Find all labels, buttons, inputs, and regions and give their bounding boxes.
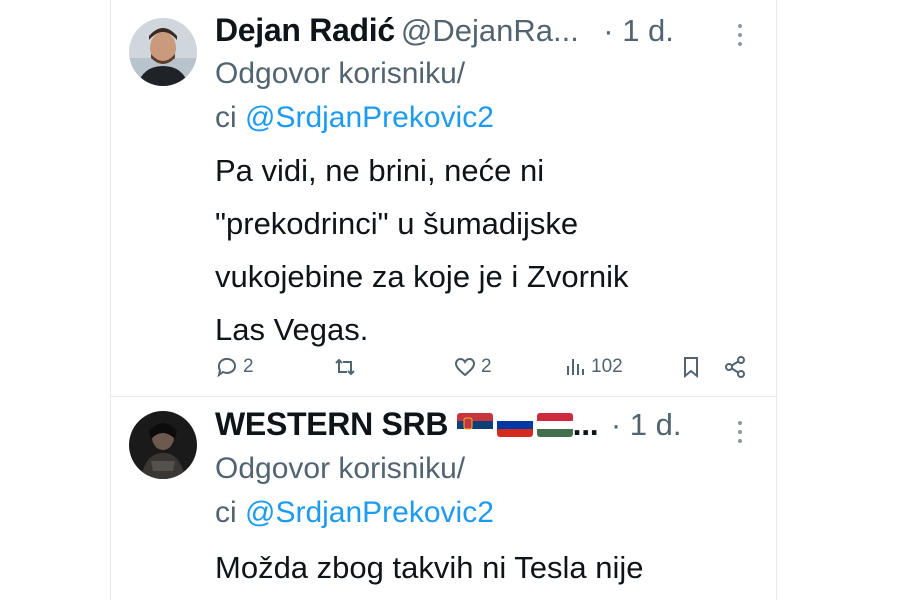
analytics-icon	[567, 359, 584, 375]
bookmark-button[interactable]	[679, 350, 703, 384]
reply-icon	[217, 357, 236, 378]
avatar[interactable]	[129, 18, 197, 86]
reply-mention-link[interactable]: @SrdjanPrekovic2	[245, 496, 494, 529]
author-handle[interactable]: @DejanRa...	[401, 13, 579, 48]
share-icon	[725, 356, 745, 378]
tweet-actions: 2 2 102	[215, 350, 755, 384]
author-name[interactable]: Dejan Radić	[215, 12, 395, 48]
heart-icon	[454, 357, 476, 377]
tweet-time[interactable]: · 1 d.	[603, 13, 674, 48]
tweet-text-line: Pa vidi, ne brini, neće ni	[215, 153, 545, 188]
serbia-flag-icon	[456, 413, 493, 437]
more-options-icon[interactable]	[736, 24, 744, 46]
tweet-text-line: Možda zbog takvih ni Tesla nije	[215, 550, 644, 585]
views-button[interactable]: 102	[563, 350, 623, 384]
tweet-header: WESTERN SRB ... · 1 d.	[215, 406, 682, 446]
reply-prefix: Odgovor korisniku/	[215, 452, 466, 485]
tweet-header: Dejan Radić @DejanRa... · 1 d.	[215, 12, 674, 52]
avatar[interactable]	[129, 411, 197, 479]
retweet-icon	[335, 358, 355, 376]
reply-context: Odgovor korisniku/ ci @SrdjanPrekovic2	[215, 447, 735, 535]
tweet-card[interactable]: Dejan Radić @DejanRa... · 1 d. Odgovor ko…	[111, 0, 776, 396]
author-name[interactable]: WESTERN SRB	[215, 406, 448, 442]
tweet-text: Pa vidi, ne brini, neće ni "prekodrinci"…	[215, 144, 735, 356]
tweet-text-line: Las Vegas.	[215, 312, 369, 347]
tweet-text-line: "prekodrinci" u šumadijske	[215, 206, 579, 241]
like-count: 2	[481, 356, 492, 377]
reply-prefix: Odgovor korisniku/	[215, 57, 466, 90]
hungary-flag-icon	[536, 413, 573, 437]
more-options-icon[interactable]	[736, 421, 744, 443]
reply-button[interactable]: 2	[215, 350, 254, 384]
retweet-button[interactable]	[333, 350, 357, 384]
tweet-time[interactable]: · 1 d.	[611, 407, 682, 442]
reply-context: Odgovor korisniku/ ci @SrdjanPrekovic2	[215, 52, 735, 140]
russia-flag-icon	[496, 413, 533, 437]
reply-mention-link[interactable]: @SrdjanPrekovic2	[245, 101, 494, 134]
tweet-card[interactable]: WESTERN SRB ... · 1 d. Odgovor korisniku…	[111, 397, 776, 600]
reply-prefix-cont: ci	[215, 101, 245, 134]
share-button[interactable]	[723, 350, 747, 384]
tweet-feed: Dejan Radić @DejanRa... · 1 d. Odgovor ko…	[110, 0, 777, 600]
views-count: 102	[591, 356, 623, 377]
like-button[interactable]: 2	[453, 350, 492, 384]
reply-prefix-cont: ci	[215, 496, 245, 529]
name-ellipsis: ...	[572, 406, 599, 442]
tweet-text-line: vukojebine za koje je i Zvornik	[215, 259, 629, 294]
bookmark-icon	[684, 357, 698, 379]
reply-count: 2	[243, 356, 254, 377]
tweet-text: Možda zbog takvih ni Tesla nije	[215, 541, 735, 594]
